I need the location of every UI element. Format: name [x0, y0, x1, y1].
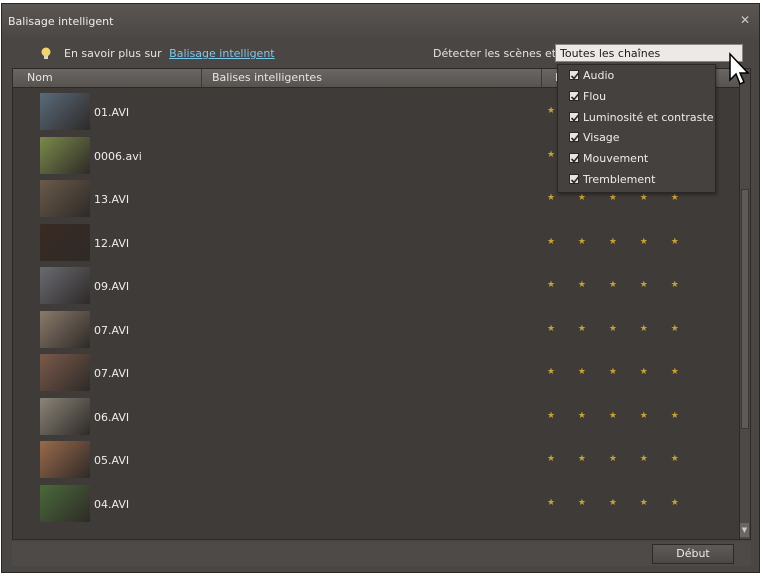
rating-stars[interactable]: ★ ★ ★ ★ ★ [547, 280, 689, 290]
dropdown-option[interactable]: Luminosité et contraste [569, 111, 713, 129]
clip-thumbnail [40, 310, 90, 348]
dropdown-option-label: Flou [583, 89, 607, 103]
dropdown-option[interactable]: Flou [569, 90, 606, 108]
vertical-scrollbar[interactable]: ▼ [739, 69, 750, 539]
clip-thumbnail [40, 93, 90, 130]
dropdown-option-label: Mouvement [583, 152, 649, 166]
rating-stars[interactable]: ★ ★ ★ ★ ★ [547, 237, 689, 247]
clip-filename: 04.AVI [94, 497, 130, 511]
clip-thumbnail [40, 354, 90, 391]
rating-stars[interactable]: ★ ★ ★ ★ ★ [547, 193, 689, 203]
clip-filename: 07.AVI [94, 367, 130, 380]
clip-filename: 01.AVI [94, 106, 130, 119]
dialog-footer: Début [12, 542, 751, 566]
clip-filename: 06.AVI [94, 410, 130, 424]
lightbulb-icon [41, 47, 51, 59]
clip-thumbnail [40, 267, 90, 304]
detect-scenes-label: Détecter les scènes et [433, 47, 557, 60]
clip-row[interactable]: 05.AVI ★ ★ ★ ★ ★ [13, 441, 741, 485]
checkbox-checked-icon[interactable] [569, 132, 580, 143]
dropdown-option[interactable]: Visage [569, 131, 620, 149]
clip-filename: 12.AVI [94, 236, 130, 250]
dropdown-option[interactable]: Audio [569, 69, 614, 87]
title-bar: Balisage intelligent ✕ [2, 4, 759, 38]
info-prefix: En savoir plus sur [64, 47, 162, 60]
clip-row[interactable]: 07.AVI ★ ★ ★ ★ ★ [13, 354, 741, 398]
dropdown-option-label: Visage [583, 131, 620, 145]
column-separator[interactable] [201, 69, 202, 87]
clip-row[interactable]: 12.AVI ★ ★ ★ ★ ★ [13, 223, 741, 268]
channels-dropdown-menu: Audio Flou Luminosité et contraste Visage Mo… [557, 64, 716, 193]
dropdown-option-label: Tremblement [583, 173, 656, 186]
learn-more-link[interactable]: Balisage intelligent [169, 47, 274, 60]
checkbox-checked-icon[interactable] [569, 70, 580, 80]
clip-filename: 09.AVI [94, 280, 130, 293]
rating-stars[interactable]: ★ ★ ★ ★ ★ [547, 498, 689, 508]
checkbox-checked-icon[interactable] [569, 111, 580, 122]
scroll-thumb[interactable] [741, 189, 749, 429]
clip-thumbnail [40, 180, 90, 217]
clip-filename: 05.AVI [94, 454, 130, 467]
clip-thumbnail [40, 441, 90, 478]
start-button[interactable]: Début [652, 544, 734, 564]
smart-tagging-dialog: Balisage intelligent ✕ En savoir plus su… [1, 3, 760, 573]
scroll-down-arrow-icon[interactable]: ▼ [740, 523, 749, 537]
mouse-pointer-icon [729, 52, 750, 86]
dialog-title: Balisage intelligent [8, 15, 114, 28]
checkbox-checked-icon[interactable] [569, 153, 580, 164]
clip-row[interactable]: 07.AVI ★ ★ ★ ★ ★ [13, 310, 741, 355]
clip-filename: 13.AVI [94, 193, 130, 206]
dropdown-option-label: Audio [583, 69, 615, 82]
rating-stars[interactable]: ★ ★ ★ ★ ★ [547, 454, 689, 464]
clip-filename: 07.AVI [94, 323, 130, 337]
info-text: En savoir plus sur Balisage intelligent [64, 47, 275, 60]
clip-row[interactable]: 04.AVI ★ ★ ★ ★ ★ [13, 484, 741, 529]
dropdown-option[interactable]: Mouvement [569, 152, 648, 170]
checkbox-checked-icon[interactable] [569, 174, 580, 184]
column-name[interactable]: Nom [27, 71, 53, 84]
rating-stars[interactable]: ★ ★ ★ ★ ★ [547, 367, 689, 377]
clip-thumbnail [40, 484, 90, 522]
clip-row[interactable]: 06.AVI ★ ★ ★ ★ ★ [13, 397, 741, 442]
column-smart-tags[interactable]: Balises intelligentes [212, 71, 322, 84]
rating-stars[interactable]: ★ ★ ★ ★ ★ [547, 324, 689, 334]
checkbox-checked-icon[interactable] [569, 90, 580, 101]
column-separator[interactable] [541, 69, 542, 87]
rating-stars[interactable]: ★ ★ ★ ★ ★ [547, 411, 689, 421]
dropdown-option[interactable]: Tremblement [569, 173, 655, 191]
clip-thumbnail [40, 223, 90, 261]
clip-thumbnail [40, 397, 90, 435]
channels-select[interactable]: Toutes les chaînes [555, 44, 743, 62]
clip-thumbnail [40, 136, 90, 174]
close-icon[interactable]: ✕ [740, 13, 750, 27]
dropdown-option-label: Luminosité et contraste [583, 110, 714, 124]
clip-filename: 0006.avi [94, 149, 142, 163]
clip-row[interactable]: 09.AVI ★ ★ ★ ★ ★ [13, 267, 741, 311]
